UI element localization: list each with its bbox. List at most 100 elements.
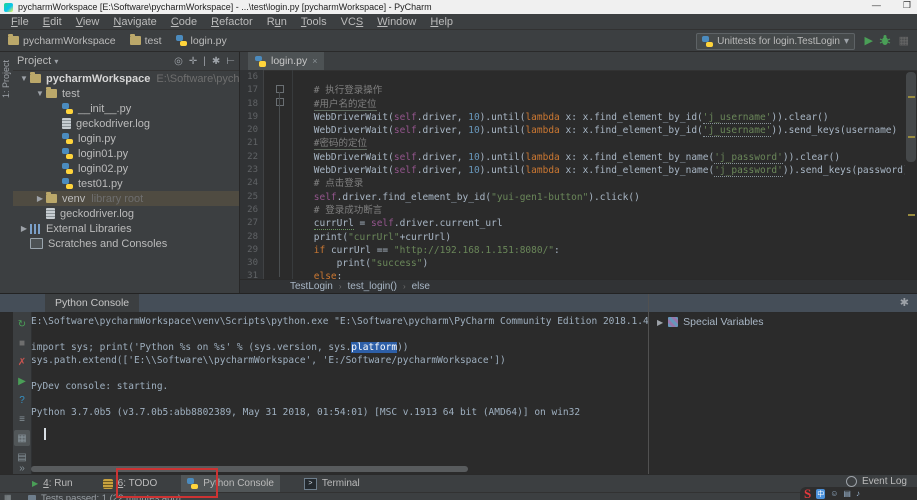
hide-icon[interactable]: ⊢: [226, 56, 235, 67]
warning-stripe-mark[interactable]: [908, 214, 915, 216]
menu-item-code[interactable]: Code: [164, 16, 204, 28]
gear-icon[interactable]: ✱: [900, 296, 909, 309]
title-bar: pycharmWorkspace [E:\Software\pycharmWor…: [0, 0, 917, 14]
ime-icon-1[interactable]: ☺: [830, 489, 838, 498]
minimize-button[interactable]: —: [872, 0, 881, 11]
menu-item-edit[interactable]: Edit: [36, 16, 69, 28]
menu-item-refactor[interactable]: Refactor: [204, 16, 260, 28]
editor-gutter[interactable]: 16 17 18 19 20 21 22 23 24 25 26 27 28 2…: [240, 70, 264, 281]
menu-item-vcs[interactable]: VCS: [334, 16, 371, 28]
project-panel: Project ▾ ◎ ✛ | ✱ ⊢ ▼ pycharmWorkspace E:\Soft…: [13, 52, 240, 293]
tree-item-venv[interactable]: ▶ venv library root: [13, 191, 239, 206]
collapse-all-icon[interactable]: ✛: [189, 56, 197, 67]
warning-stripe-mark[interactable]: [908, 96, 915, 98]
tree-item-pycharmWorkspace[interactable]: ▼ pycharmWorkspace E:\Software\pycharmWork…: [13, 71, 239, 86]
menu-item-tools[interactable]: Tools: [294, 16, 334, 28]
fold-marker-icon[interactable]: [276, 98, 284, 106]
input-method-bar: S 中 ☺ ▤ ♪: [800, 486, 917, 500]
toolwindow-tab-terminal[interactable]: > Terminal: [298, 475, 366, 493]
tree-expand-icon[interactable]: ▶: [34, 194, 46, 203]
tree-item-__init__py[interactable]: __init__.py: [13, 101, 239, 116]
ime-icon-3[interactable]: ♪: [856, 489, 860, 498]
tree-item-label: __init__.py: [78, 102, 132, 115]
rerun-icon[interactable]: ↻: [14, 316, 30, 332]
tree-item-ScratchesandConsoles[interactable]: Scratches and Consoles: [13, 236, 239, 251]
python-file-icon: [62, 103, 73, 114]
fold-marker-icon[interactable]: [276, 85, 284, 93]
run-configuration-select[interactable]: Unittests for login.TestLogin ▾: [696, 33, 855, 50]
special-variables-row[interactable]: ▶ Special Variables: [657, 316, 764, 328]
run-icon[interactable]: ▶: [14, 373, 30, 389]
editor-breadcrumb-1[interactable]: test_login(): [347, 281, 396, 292]
breadcrumb-pycharmWorkspace[interactable]: pycharmWorkspace: [8, 34, 116, 47]
variables-icon[interactable]: ▦: [14, 430, 30, 446]
console-title-tab[interactable]: Python Console: [45, 294, 140, 312]
coverage-button[interactable]: ▦: [899, 34, 909, 48]
editor-scrollbar[interactable]: [906, 72, 916, 162]
menu-item-navigate[interactable]: Navigate: [106, 16, 163, 28]
tree-item-path: library root: [91, 192, 144, 205]
console-hscrollbar[interactable]: [31, 466, 468, 472]
event-log-icon: [845, 476, 857, 487]
console-output[interactable]: E:\Software\pycharmWorkspace\venv\Script…: [31, 312, 648, 463]
close-icon[interactable]: ✗: [14, 354, 30, 370]
project-dropdown[interactable]: Project ▾: [17, 55, 58, 67]
tab-login-py[interactable]: login.py ×: [248, 52, 325, 70]
tree-item-login02py[interactable]: login02.py: [13, 161, 239, 176]
code-line: #密码的定位: [313, 138, 367, 151]
editor-tab-bar: login.py ×: [240, 52, 917, 71]
tree-item-test[interactable]: ▼ test: [13, 86, 239, 101]
editor-breadcrumb-0[interactable]: TestLogin: [290, 281, 333, 292]
tree-item-loginpy[interactable]: login.py: [13, 131, 239, 146]
tree-item-ExternalLibraries[interactable]: ▶ External Libraries: [13, 221, 239, 236]
chevron-down-icon: ▾: [843, 36, 849, 47]
sidebar-item-project[interactable]: 1: Project: [1, 60, 11, 98]
tree-item-geckodriverlog[interactable]: geckodriver.log: [13, 116, 239, 131]
sogou-logo-icon[interactable]: S: [804, 486, 811, 500]
log-file-icon: [46, 208, 55, 219]
console-splitter[interactable]: [648, 294, 649, 475]
settings-icon[interactable]: ✱: [212, 56, 220, 67]
breadcrumb-test[interactable]: test: [129, 34, 162, 47]
tree-expand-icon[interactable]: ▶: [18, 224, 30, 233]
ime-icon-0[interactable]: 中: [816, 488, 826, 499]
run-button[interactable]: ▶: [865, 34, 873, 48]
tree-item-login01py[interactable]: login01.py: [13, 146, 239, 161]
debug-button[interactable]: [879, 34, 891, 50]
toolwindow-tab-4-run[interactable]: ▶ 4: Run: [26, 475, 79, 493]
console-toolbar: ↻ ■ ✗ ▶? ≡ ▦ ▤»: [13, 312, 32, 475]
tree-item-test01py[interactable]: test01.py: [13, 176, 239, 191]
ime-icon-2[interactable]: ▤: [843, 489, 851, 498]
folder-icon: [129, 34, 141, 45]
tool-window-switcher-icon[interactable]: ▦: [4, 493, 12, 500]
settings-icon[interactable]: ≡: [14, 411, 30, 427]
close-icon[interactable]: ×: [312, 56, 317, 66]
tree-expand-icon[interactable]: ▼: [18, 74, 30, 83]
python-file-icon: [62, 178, 73, 189]
locate-icon[interactable]: ◎: [174, 56, 183, 67]
warning-stripe-mark[interactable]: [908, 136, 915, 138]
code-line: print("currUrl"+currUrl): [268, 231, 452, 243]
scratches-icon: [30, 238, 43, 249]
maximize-button[interactable]: ❐: [903, 0, 911, 11]
text-caret: [44, 428, 46, 440]
tree-item-label: pycharmWorkspace: [46, 72, 151, 85]
menu-item-view[interactable]: View: [69, 16, 107, 28]
menu-item-window[interactable]: Window: [370, 16, 423, 28]
help-icon[interactable]: ?: [14, 392, 30, 408]
menu-item-help[interactable]: Help: [423, 16, 460, 28]
tree-expand-icon[interactable]: ▼: [34, 89, 46, 98]
menu-item-file[interactable]: File: [4, 16, 36, 28]
tree-item-label: login02.py: [78, 162, 129, 175]
folder-icon: [46, 87, 57, 98]
event-log-button[interactable]: Event Log: [845, 476, 907, 487]
console-line: E:\Software\pycharmWorkspace\venv\Script…: [31, 316, 648, 327]
menu-item-run[interactable]: Run: [260, 16, 294, 28]
breadcrumb-loginpy[interactable]: login.py: [175, 35, 227, 47]
stop-icon[interactable]: ■: [14, 335, 30, 351]
editor-breadcrumb-2[interactable]: else: [412, 281, 430, 292]
code-area[interactable]: # 执行登录操作 #用户名的定位 WebDriverWait(self.driv…: [264, 70, 905, 280]
tree-item-geckodriverlog[interactable]: geckodriver.log: [13, 206, 239, 221]
